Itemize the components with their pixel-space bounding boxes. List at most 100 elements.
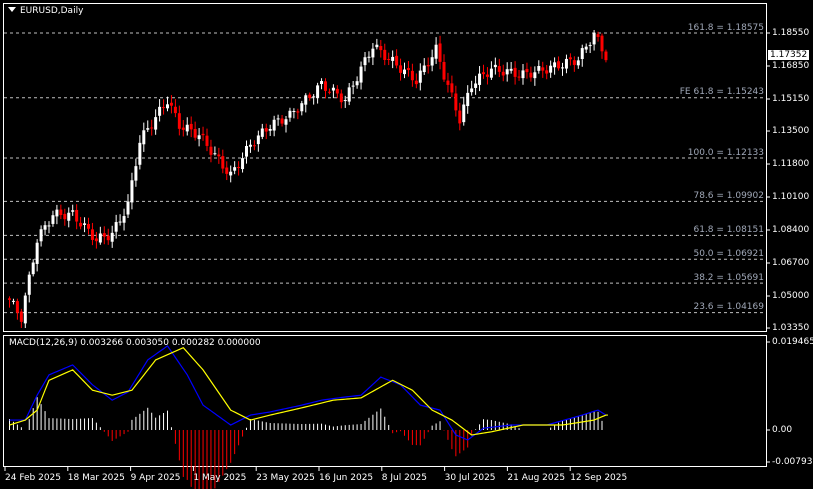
candle-body	[110, 232, 114, 242]
candle-body	[237, 166, 241, 168]
candle-body	[446, 80, 450, 85]
candle-body	[288, 110, 292, 118]
candle-body	[584, 46, 588, 50]
candle-body	[331, 87, 335, 91]
candle-body	[8, 298, 11, 300]
candle-body	[458, 110, 462, 124]
date-axis-label: 12 Sep 2025	[570, 473, 628, 483]
candle-body	[193, 128, 197, 138]
date-axis-label: 21 Aug 2025	[507, 473, 566, 483]
candle-body	[245, 145, 248, 157]
candle-body	[379, 46, 383, 51]
candle-body	[505, 69, 509, 75]
candle-body	[557, 61, 561, 69]
date-axis-label: 16 Jun 2025	[319, 473, 374, 483]
candle-body	[580, 48, 584, 60]
candle-body	[11, 300, 15, 302]
candle-body	[509, 68, 513, 71]
candle-body	[316, 85, 320, 98]
candle-body	[414, 80, 418, 85]
candle-body	[470, 88, 474, 93]
candle-body	[63, 213, 67, 220]
macd-axis-label: -0.007939	[772, 457, 813, 467]
candle-body	[15, 301, 19, 313]
candle-body	[497, 66, 501, 72]
candle-body	[454, 93, 458, 111]
candle-body	[335, 88, 339, 94]
price-axis-label: 1.18550	[772, 28, 810, 38]
candle-body	[553, 62, 557, 68]
candle-body	[94, 238, 98, 242]
candle-body	[600, 35, 604, 52]
candle-body	[367, 56, 371, 58]
candle-body	[399, 65, 403, 73]
candle-body	[564, 58, 568, 69]
candle-body	[347, 87, 351, 102]
candle-body	[359, 66, 363, 83]
candle-body	[513, 67, 517, 77]
candle-body	[51, 215, 55, 224]
candle-body	[150, 127, 154, 129]
fib-level-label: 61.8 = 1.08151	[693, 224, 764, 235]
date-axis-label: 1 May 2025	[193, 473, 247, 483]
candle-body	[312, 96, 316, 98]
candle-body	[35, 242, 39, 264]
current-price-label: 1.17352	[768, 50, 810, 60]
date-axis-label: 18 Mar 2025	[67, 473, 125, 483]
candle-body	[102, 233, 106, 237]
candle-body	[391, 56, 395, 61]
candle-body	[181, 127, 185, 130]
candle-body	[474, 83, 478, 88]
candle-body	[438, 43, 442, 62]
candle-body	[572, 60, 576, 65]
fib-level-label: 100.0 = 1.12133	[687, 147, 764, 158]
price-axis-label: 1.13500	[772, 126, 810, 137]
candle-body	[462, 104, 466, 123]
price-axis-label: 1.11800	[772, 159, 810, 170]
candle-body	[430, 57, 434, 66]
candle-body	[67, 212, 71, 221]
candle-body	[55, 209, 59, 217]
candle-body	[154, 117, 158, 130]
candle-body	[343, 100, 347, 102]
candle-body	[233, 167, 237, 171]
price-axis-label: 1.05000	[772, 291, 810, 301]
candle-body	[485, 74, 489, 77]
candle-body	[482, 72, 485, 75]
fib-level-label: 23.6 = 1.04169	[693, 302, 764, 313]
candle-body	[549, 65, 553, 73]
candle-body	[118, 221, 122, 223]
chart-canvas[interactable]	[0, 0, 813, 489]
candle-body	[280, 118, 284, 124]
candle-body	[162, 107, 166, 109]
candle-body	[169, 102, 173, 106]
candle-body	[383, 49, 387, 60]
candle-body	[126, 201, 130, 215]
symbol-title: EURUSD,Daily	[20, 6, 84, 16]
candle-body	[138, 142, 142, 165]
candle-body	[561, 67, 564, 69]
candle-body	[221, 156, 225, 169]
chart-title[interactable]: EURUSD,Daily	[8, 6, 83, 16]
candle-body	[339, 93, 343, 103]
candle-body	[27, 274, 31, 295]
candle-body	[426, 65, 430, 67]
candle-body	[47, 225, 51, 227]
candle-body	[493, 64, 497, 68]
candle-body	[158, 106, 162, 116]
candle-body	[387, 58, 391, 60]
candle-body	[217, 154, 221, 157]
candle-body	[596, 34, 600, 37]
candle-body	[205, 135, 209, 146]
candle-body	[434, 44, 438, 59]
price-axis-label: 1.10100	[772, 192, 810, 202]
date-axis-label: 23 May 2025	[256, 473, 315, 483]
candle-body	[106, 235, 110, 241]
candle-body	[489, 68, 493, 78]
candle-body	[79, 222, 83, 227]
candle-body	[576, 60, 580, 66]
fib-level-label: 50.0 = 1.06921	[693, 248, 764, 259]
candle-body	[351, 85, 355, 87]
signal-line	[9, 346, 608, 436]
candle-body	[173, 106, 177, 114]
